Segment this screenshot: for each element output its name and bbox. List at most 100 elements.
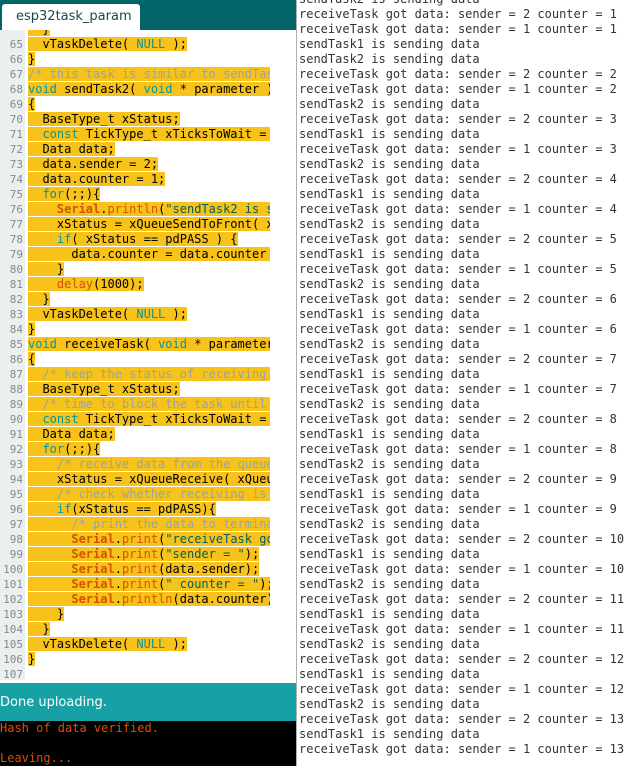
code-text: /* this task is similar to sendTask1 */ <box>28 67 300 82</box>
serial-line: receiveTask got data: sender = 1 counter… <box>299 82 617 96</box>
code-line: 104 } <box>0 622 300 637</box>
code-line: 74 data.counter = 1; <box>0 172 300 187</box>
serial-line: sendTask1 is sending data <box>299 727 480 741</box>
code-line: 91 Data data; <box>0 427 300 442</box>
code-line: 76 Serial.println("sendTask2 is sendi <box>0 202 300 217</box>
serial-line: sendTask1 is sending data <box>299 667 480 681</box>
serial-line: sendTask2 is sending data <box>299 277 480 291</box>
code-line: 106} <box>0 652 300 667</box>
code-text: Serial.print("sender = "); <box>28 547 260 562</box>
serial-line: receiveTask got data: sender = 1 counter… <box>299 442 617 456</box>
serial-line: receiveTask got data: sender = 2 counter… <box>299 712 625 726</box>
line-number: 85 <box>9 338 23 351</box>
code-text: vTaskDelete( NULL ); <box>28 637 187 651</box>
code-line: 79 data.counter = data.counter + 1; <box>0 247 300 262</box>
code-line: 100 Serial.print(data.sender); <box>0 562 300 577</box>
code-line: 105 vTaskDelete( NULL ); <box>0 637 300 652</box>
code-text: if(xStatus == pdPASS){ <box>28 502 216 517</box>
line-number: 94 <box>9 473 23 486</box>
code-editor[interactable]: }65 vTaskDelete( NULL );66}67/* this tas… <box>0 30 300 680</box>
line-number: 80 <box>9 263 23 276</box>
code-line: 67 /* this task is similar to sendTask1 *… <box>0 67 300 82</box>
line-number: 82 <box>9 293 23 306</box>
line-number: 96 <box>9 503 23 516</box>
serial-line: sendTask2 is sending data <box>299 697 480 711</box>
code-text: const TickType_t xTicksToWait = pdMS <box>28 127 300 142</box>
code-line: 66} <box>0 52 300 67</box>
serial-line: receiveTask got data: sender = 2 counter… <box>299 592 625 606</box>
code-text: } <box>28 292 50 306</box>
code-text: } <box>28 652 36 666</box>
line-number: 92 <box>9 443 23 456</box>
code-line: 95 /* check whether receiving is ok o <box>0 487 300 502</box>
serial-line: sendTask2 is sending data <box>299 397 480 411</box>
code-text: if( xStatus == pdPASS ) { <box>28 232 238 247</box>
code-line: 70 BaseType_t xStatus; <box>0 112 300 127</box>
code-text: for(;;){ <box>28 442 101 457</box>
code-line: 78 if( xStatus == pdPASS ) { <box>0 232 300 247</box>
code-text: Serial.print(" counter = "); <box>28 577 274 592</box>
line-number: 65 <box>9 38 23 51</box>
line-number: 106 <box>3 653 23 666</box>
serial-line: sendTask2 is sending data <box>299 337 480 351</box>
line-number: 97 <box>9 518 23 531</box>
serial-line: receiveTask got data: sender = 2 counter… <box>299 112 617 126</box>
arduino-ide-window: esp32task_param }65 vTaskDelete( NULL );… <box>0 0 300 766</box>
line-number: 74 <box>9 173 23 186</box>
line-number: 84 <box>9 323 23 336</box>
serial-line: sendTask2 is sending data <box>299 157 480 171</box>
tab-esp32task-param[interactable]: esp32task_param <box>2 4 140 30</box>
line-number: 99 <box>9 548 23 561</box>
serial-line: receiveTask got data: sender = 2 counter… <box>299 232 617 246</box>
code-text: Serial.print(data.sender); <box>28 562 260 577</box>
code-text: data.counter = 1; <box>28 172 166 186</box>
line-number: 101 <box>3 578 23 591</box>
code-line: } <box>0 30 300 37</box>
serial-line: receiveTask got data: sender = 1 counter… <box>299 742 625 756</box>
line-number: 69 <box>9 98 23 111</box>
code-line: 81 delay(1000); <box>0 277 300 292</box>
line-number: 78 <box>9 233 23 246</box>
serial-line: receiveTask got data: sender = 2 counter… <box>299 292 617 306</box>
serial-line: sendTask1 is sending data <box>299 367 480 381</box>
code-text: delay(1000); <box>28 277 144 292</box>
line-number: 83 <box>9 308 23 321</box>
code-line: 86 { <box>0 352 300 367</box>
code-line: 99 Serial.print("sender = "); <box>0 547 300 562</box>
code-line: 72 Data data; <box>0 142 300 157</box>
code-line: 102 Serial.println(data.counter); <box>0 592 300 607</box>
serial-line: receiveTask got data: sender = 1 counter… <box>299 622 625 636</box>
code-line: 83 vTaskDelete( NULL ); <box>0 307 300 322</box>
serial-line: receiveTask got data: sender = 1 counter… <box>299 22 617 36</box>
serial-line: receiveTask got data: sender = 2 counter… <box>299 532 625 546</box>
editor-scrollbar[interactable] <box>270 30 296 680</box>
code-text: /* keep the status of receiving data <box>28 367 300 382</box>
output-console: Hash of data verified. Leaving... <box>0 721 300 766</box>
code-line: 80 } <box>0 262 300 277</box>
serial-line: sendTask1 is sending data <box>299 247 480 261</box>
code-text: /* check whether receiving is ok o <box>28 487 300 502</box>
tab-bar: esp32task_param <box>0 0 300 30</box>
line-number: 75 <box>9 188 23 201</box>
serial-line: receiveTask got data: sender = 1 counter… <box>299 142 617 156</box>
serial-line: sendTask1 is sending data <box>299 187 480 201</box>
line-number: 89 <box>9 398 23 411</box>
serial-monitor-window[interactable]: sendTask2 is sending datareceiveTask got… <box>296 0 626 766</box>
code-text: xStatus = xQueueReceive( xQueue, & <box>28 472 300 487</box>
code-text: data.sender = 2; <box>28 157 159 171</box>
line-number: 88 <box>9 383 23 396</box>
line-number: 73 <box>9 158 23 171</box>
code-line: 90 const TickType_t xTicksToWait = pdMS <box>0 412 300 427</box>
console-line: Hash of data verified. <box>0 721 159 735</box>
code-line: 92 for(;;){ <box>0 442 300 457</box>
line-number: 81 <box>9 278 23 291</box>
serial-line: sendTask2 is sending data <box>299 97 480 111</box>
code-line: 68 void sendTask2( void * parameter ) <box>0 82 300 97</box>
code-text: } <box>28 322 36 336</box>
code-text: for(;;){ <box>28 187 101 202</box>
line-number: 100 <box>3 563 23 576</box>
code-text: xStatus = xQueueSendToFront( xQueu <box>28 217 300 232</box>
code-text: Serial.println("sendTask2 is sendi <box>28 202 300 217</box>
code-text: /* print the data to terminal */ <box>28 517 300 532</box>
code-line: 73 data.sender = 2; <box>0 157 300 172</box>
